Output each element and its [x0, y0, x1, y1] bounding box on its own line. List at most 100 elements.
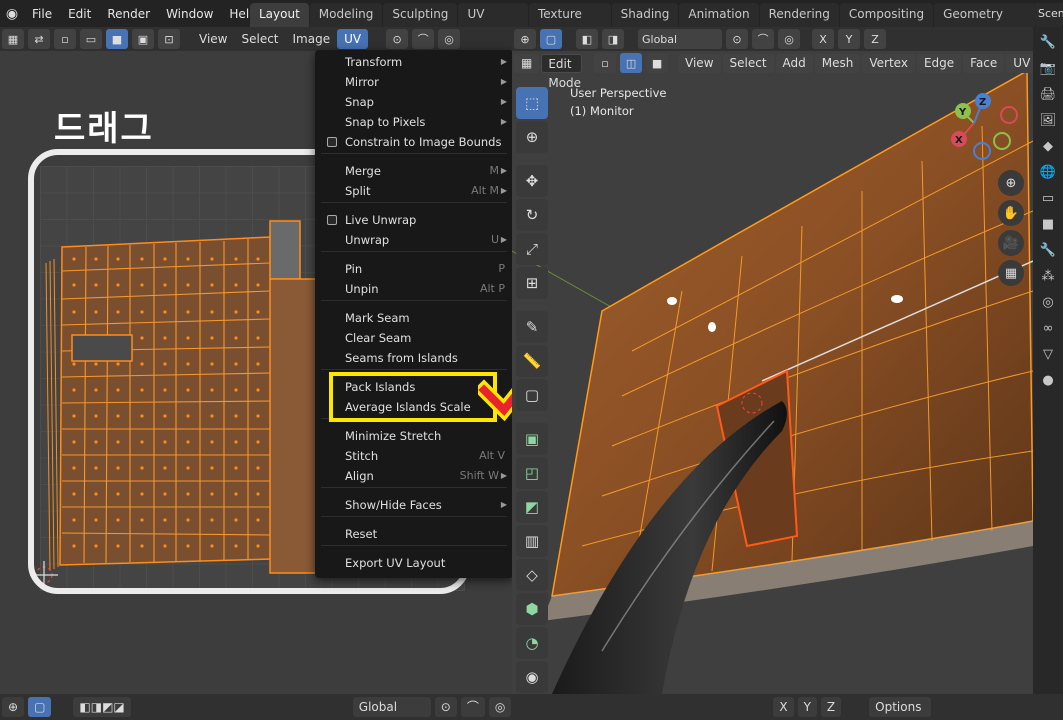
bottom-pivot-icon[interactable]: ⊙ — [434, 697, 457, 717]
bottom-proportional-icon[interactable]: ◎ — [488, 697, 512, 717]
vertex-select-icon[interactable]: ▫ — [54, 29, 76, 49]
pivot-icon[interactable]: ⊙ — [386, 29, 409, 49]
checkbox[interactable] — [327, 137, 337, 147]
editor-type-icon[interactable]: ▦ — [2, 29, 24, 49]
annotate-tool-icon[interactable]: ✎ — [516, 311, 548, 343]
menu-item-mirror[interactable]: Mirror ▶ — [315, 72, 513, 92]
tab-geometry-nodes[interactable]: Geometry Nodes — [934, 3, 1036, 43]
mirror-axis-y[interactable]: Y — [838, 29, 860, 49]
menu-item-snap[interactable]: Snap ▶ — [315, 92, 513, 112]
tab-shading[interactable]: Shading — [611, 3, 679, 27]
tab-animation[interactable]: Animation — [679, 3, 759, 27]
tab-rendering[interactable]: Rendering — [759, 3, 839, 27]
bottom-select-icon[interactable]: ▢ — [28, 697, 52, 717]
menu-item-live-unwrap[interactable]: Live Unwrap — [315, 210, 513, 230]
render-props-icon[interactable]: 📷 — [1035, 57, 1061, 79]
physics-icon[interactable]: ◎ — [1035, 291, 1061, 313]
menu-item-snap-to-pixels[interactable]: Snap to Pixels ▶ — [315, 112, 513, 132]
uv-menu-select[interactable]: Select — [234, 29, 285, 49]
menu-item-constrain-to-image-bounds[interactable]: Constrain to Image Bounds — [315, 132, 513, 152]
scene-selector[interactable]: Scen — [1035, 3, 1063, 25]
tab-uv-editing[interactable]: UV Editing — [458, 3, 528, 43]
proportional-icon[interactable]: ◎ — [438, 29, 461, 49]
menu-item-minimize-stretch[interactable]: Minimize Stretch — [315, 426, 513, 446]
viewport-menu-select[interactable]: Select — [722, 53, 774, 73]
transform-tool-icon[interactable]: ⊞ — [516, 267, 548, 299]
output-props-icon[interactable]: 🖨 — [1035, 83, 1061, 105]
bottom-axis-x[interactable]: X — [773, 697, 794, 717]
menu-item-show-hide-faces[interactable]: Show/Hide Faces ▶ — [315, 495, 513, 515]
checkbox[interactable] — [327, 215, 337, 225]
edge-select-icon[interactable]: ▭ — [80, 29, 102, 49]
viewport-editor-type-icon[interactable]: ⊕ — [514, 29, 536, 49]
menu-edit[interactable]: Edit — [60, 2, 99, 26]
mode-selector[interactable]: Edit Mode — [541, 53, 583, 90]
move-tool-icon[interactable]: ✥ — [516, 165, 548, 197]
particles-icon[interactable]: ⁂ — [1035, 265, 1061, 287]
transform-orientation-select[interactable]: Global — [638, 29, 722, 49]
sync-selection-icon[interactable]: ⇄ — [28, 29, 50, 49]
menu-item-mark-seam[interactable]: Mark Seam — [315, 308, 513, 328]
viewport-menu-view[interactable]: View — [678, 53, 721, 73]
camera-icon[interactable]: 🎥 — [998, 230, 1024, 256]
bottom-editor-type-icon[interactable]: ⊕ — [2, 697, 25, 717]
menu-item-reset[interactable]: Reset — [315, 524, 513, 544]
select-box-icon[interactable]: ▢ — [540, 29, 562, 49]
menu-item-export-uv-layout[interactable]: Export UV Layout — [315, 553, 513, 573]
viewport-menu-add[interactable]: Add — [775, 53, 813, 73]
menu-item-clear-seam[interactable]: Clear Seam — [315, 328, 513, 348]
scene-props-icon[interactable]: ◆ — [1035, 135, 1061, 157]
bevel-tool-icon[interactable]: ◩ — [516, 491, 548, 523]
menu-item-split[interactable]: Split Alt M ▶ — [315, 181, 513, 201]
viewport-menu-face[interactable]: Face — [963, 53, 1005, 73]
viewport-menu-mesh[interactable]: Mesh — [814, 53, 861, 73]
measure-tool-icon[interactable]: 📏 — [516, 345, 548, 377]
menu-item-transform[interactable]: Transform ▶ — [315, 52, 513, 72]
smooth-tool-icon[interactable]: ◉ — [516, 661, 548, 693]
menu-item-stitch[interactable]: Stitch Alt V — [315, 446, 513, 466]
viewport-menu-edge[interactable]: Edge — [916, 53, 962, 73]
knife-tool-icon[interactable]: ◇ — [516, 559, 548, 591]
modifier-props-icon[interactable]: 🔧 — [1035, 239, 1061, 261]
uv-menu-image[interactable]: Image — [286, 29, 338, 49]
data-props-icon[interactable]: ▽ — [1035, 343, 1061, 365]
view-layer-icon[interactable]: 🖼 — [1035, 109, 1061, 131]
menu-item-pin[interactable]: Pin P — [315, 259, 513, 279]
menu-item-unwrap[interactable]: Unwrap U ▶ — [315, 230, 513, 250]
pivot-point-icon[interactable]: ⊙ — [726, 29, 748, 49]
add-cube-tool-icon[interactable]: ▢ — [516, 379, 548, 411]
uv-menu-view[interactable]: View — [192, 29, 234, 49]
select-mode-new-icon[interactable]: ◧ — [576, 29, 598, 49]
mirror-axis-x[interactable]: X — [812, 29, 834, 49]
select-mode-extend-icon[interactable]: ◨ — [602, 29, 624, 49]
bottom-axis-y[interactable]: Y — [797, 697, 817, 717]
tab-texture-paint[interactable]: Texture Paint — [528, 3, 611, 43]
menu-file[interactable]: File — [24, 2, 60, 26]
viewport-menu-vertex[interactable]: Vertex — [862, 53, 915, 73]
tab-layout[interactable]: Layout — [250, 3, 309, 27]
spin-tool-icon[interactable]: ◔ — [516, 627, 548, 659]
mirror-axis-z[interactable]: Z — [864, 29, 886, 49]
material-props-icon[interactable]: ● — [1035, 369, 1061, 391]
cursor-tool-icon[interactable]: ⊕ — [516, 121, 548, 153]
rotate-tool-icon[interactable]: ↻ — [516, 199, 548, 231]
tab-sculpting[interactable]: Sculpting — [383, 3, 458, 27]
options-dropdown[interactable]: Options — [869, 697, 932, 717]
menu-item-unpin[interactable]: Unpin Alt P — [315, 279, 513, 299]
snap-toggle-icon[interactable]: ⌒ — [752, 29, 774, 49]
bottom-orientation-select[interactable]: Global — [352, 697, 431, 717]
menu-render[interactable]: Render — [99, 2, 158, 26]
constraints-icon[interactable]: ∞ — [1035, 317, 1061, 339]
pan-hand-icon[interactable]: ✋ — [998, 200, 1024, 226]
bottom-snap-icon[interactable]: ⌒ — [460, 697, 485, 717]
face-select-icon[interactable]: ■ — [106, 29, 128, 49]
3d-viewport[interactable]: Y Z X User Perspective (1) Monitor — [512, 51, 1033, 694]
island-select-icon[interactable]: ▣ — [132, 29, 154, 49]
bottom-select-mode-icon[interactable]: ◧◨◩◪ — [73, 697, 131, 717]
tab-compositing[interactable]: Compositing — [839, 3, 934, 27]
tool-props-icon[interactable]: 🔧 — [1035, 31, 1061, 53]
menu-window[interactable]: Window — [158, 2, 221, 26]
snap-icon[interactable]: ⌒ — [412, 29, 435, 49]
viewport-type-icon[interactable]: ▦ — [514, 53, 540, 73]
face-mode-icon[interactable]: ■ — [646, 53, 669, 73]
